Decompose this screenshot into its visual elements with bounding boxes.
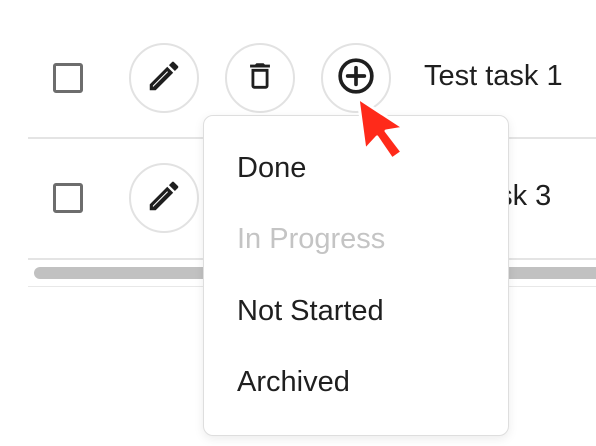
edit-button[interactable] [129, 163, 199, 233]
trash-icon [243, 58, 277, 99]
task-title: Test task 1 [424, 60, 563, 92]
edit-button[interactable] [129, 43, 199, 113]
task-checkbox[interactable] [53, 63, 83, 93]
pencil-icon [145, 177, 183, 220]
menu-item-in-progress: In Progress [237, 223, 386, 255]
arrow-cursor-icon [352, 94, 416, 164]
menu-item-not-started[interactable]: Not Started [237, 295, 384, 328]
pencil-icon [145, 57, 183, 100]
menu-item-done[interactable]: Done [237, 152, 306, 185]
delete-button[interactable] [225, 43, 295, 113]
menu-item-archived[interactable]: Archived [237, 366, 350, 399]
task-checkbox[interactable] [53, 183, 83, 213]
